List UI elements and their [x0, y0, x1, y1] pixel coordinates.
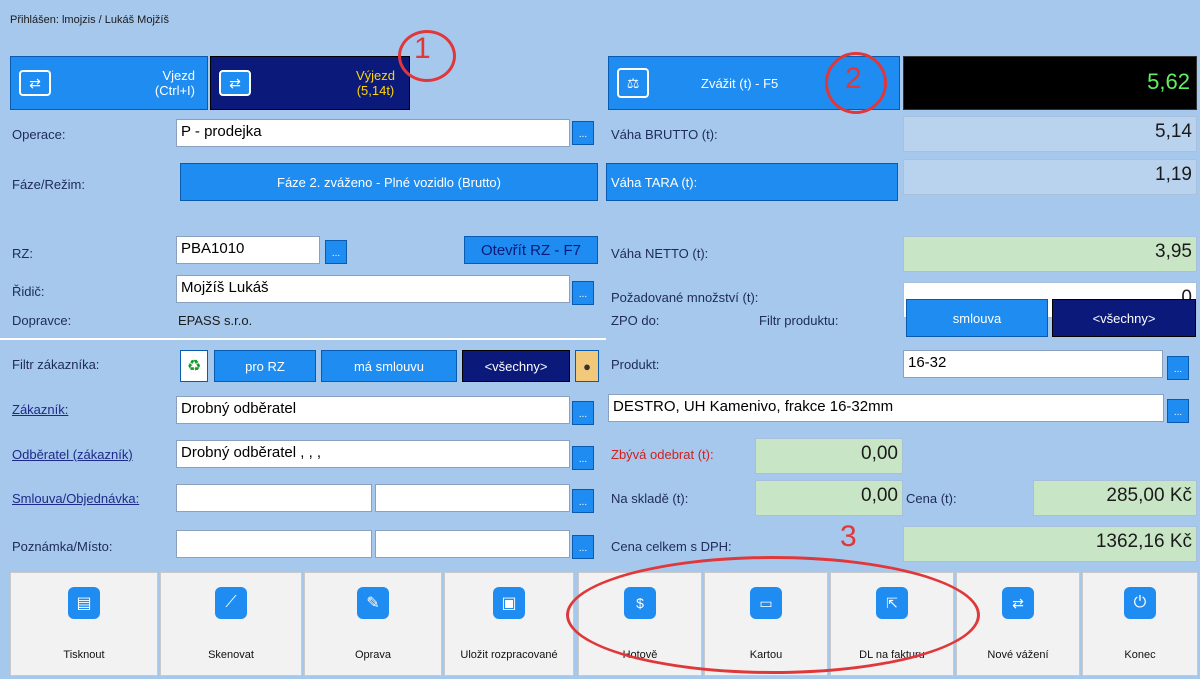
product-filter-vsechny-button[interactable]: <všechny>	[1052, 299, 1196, 337]
annotation-number-3: 3	[840, 520, 857, 553]
produkt-field[interactable]: 16-32	[903, 350, 1163, 378]
odberatel-label[interactable]: Odběratel (zákazník)	[12, 447, 133, 462]
produkt-label: Produkt:	[611, 357, 660, 372]
ridic-lookup-button[interactable]: ...	[572, 281, 594, 305]
divider	[0, 338, 606, 340]
operace-lookup-button[interactable]: ...	[572, 121, 594, 145]
filter-ma-smlouvu-button[interactable]: má smlouvu	[321, 350, 457, 382]
poznamka-field[interactable]	[176, 530, 372, 558]
print-label: Tisknout	[63, 649, 105, 661]
save-draft-label: Uložit rozpracované	[460, 649, 558, 661]
netto-label: Váha NETTO (t):	[611, 246, 709, 261]
annotation-ellipse-3	[566, 556, 980, 674]
filter-pro-rz-button[interactable]: pro RZ	[214, 350, 316, 382]
tara-label-text: Váha TARA (t):	[611, 174, 698, 190]
produkt-desc-lookup-button[interactable]: ...	[1167, 399, 1189, 423]
printer-icon: ▤	[68, 587, 100, 619]
poznamka-label: Poznámka/Místo:	[12, 539, 113, 554]
cena-value: 285,00 Kč	[1033, 480, 1197, 516]
objednavka-field[interactable]	[375, 484, 570, 512]
odberatel-field[interactable]: Drobný odběratel , , ,	[176, 440, 570, 468]
pozadovane-label: Požadované množství (t):	[611, 290, 759, 305]
truck-entry-icon: ⇄	[19, 70, 51, 96]
ridic-field[interactable]: Mojžíš Lukáš	[176, 275, 570, 303]
correction-label: Oprava	[354, 649, 392, 661]
login-status: Přihlášen: lmojzis / Lukáš Mojžíš	[10, 14, 169, 26]
operace-label: Operace:	[12, 127, 66, 142]
smlouva-label[interactable]: Smlouva/Objednávka:	[12, 491, 139, 506]
produkt-description: DESTRO, UH Kamenivo, frakce 16-32mm	[608, 394, 1164, 422]
entry-shortcut: (Ctrl+I)	[154, 83, 195, 98]
open-rz-button[interactable]: Otevřít RZ - F7	[464, 236, 598, 264]
smlouva-lookup-button[interactable]: ...	[572, 489, 594, 513]
annotation-number-2: 2	[845, 62, 862, 95]
odberatel-lookup-button[interactable]: ...	[572, 446, 594, 470]
scale-icon: ⚖	[617, 68, 649, 98]
ridic-label: Řidič:	[12, 284, 45, 299]
netto-value: 3,95	[903, 236, 1197, 272]
truck-exit-icon: ⇄	[219, 70, 251, 96]
rz-field[interactable]: PBA1010	[176, 236, 320, 264]
brutto-value: 5,14	[903, 116, 1197, 152]
tara-value: 1,19	[903, 159, 1197, 195]
exit-label: Výjezd	[355, 68, 395, 83]
skladem-value: 0,00	[755, 480, 903, 516]
power-icon: ⏻	[1124, 587, 1156, 619]
dopravce-value: EPASS s.r.o.	[178, 313, 253, 328]
truck-scale-icon: ⇄	[1002, 587, 1034, 619]
rz-label: RZ:	[12, 246, 33, 261]
correction-button[interactable]: ✎ Oprava	[304, 572, 442, 676]
zakaznik-label[interactable]: Zákazník:	[12, 402, 68, 417]
person-icon: ●	[583, 358, 591, 374]
zbyva-label: Zbývá odebrat (t):	[611, 447, 714, 462]
misto-field[interactable]	[375, 530, 570, 558]
edit-document-icon: ✎	[357, 587, 389, 619]
skladem-label: Na skladě (t):	[611, 491, 689, 506]
faze-button[interactable]: Fáze 2. zváženo - Plné vozidlo (Brutto)	[180, 163, 598, 201]
exit-app-button[interactable]: ⏻ Konec	[1082, 572, 1198, 676]
weight-display-value: 5,62	[1147, 69, 1190, 94]
faze-label: Fáze/Režim:	[12, 177, 85, 192]
person-filter-button[interactable]: ●	[575, 350, 599, 382]
zbyva-value: 0,00	[755, 438, 903, 474]
new-weighing-label: Nové vážení	[987, 649, 1049, 661]
floppy-disk-icon: ▣	[493, 587, 525, 619]
dopravce-label: Dopravce:	[12, 313, 72, 328]
print-button[interactable]: ▤ Tisknout	[10, 572, 158, 676]
exit-weight: (5,14t)	[356, 83, 395, 98]
operace-field[interactable]: P - prodejka	[176, 119, 570, 147]
save-draft-button[interactable]: ▣ Uložit rozpracované	[444, 572, 574, 676]
scan-label: Skenovat	[208, 649, 254, 661]
product-filter-smlouva-button[interactable]: smlouva	[906, 299, 1048, 337]
poznamka-lookup-button[interactable]: ...	[572, 535, 594, 559]
recycle-icon: ♻	[186, 358, 202, 375]
cena-label: Cena (t):	[906, 491, 957, 506]
filtr-produktu-label: Filtr produktu:	[759, 313, 839, 328]
entry-button[interactable]: ⇄ Vjezd (Ctrl+I)	[10, 56, 208, 110]
scanner-icon: ⟋	[215, 587, 247, 619]
recycle-filter-button[interactable]: ♻	[180, 350, 208, 382]
scan-button[interactable]: ⟋ Skenovat	[160, 572, 302, 676]
exit-button[interactable]: ⇄ Výjezd (5,14t)	[210, 56, 410, 110]
cena-celkem-value: 1362,16 Kč	[903, 526, 1197, 562]
exit-app-label: Konec	[1124, 649, 1156, 661]
zakaznik-field[interactable]: Drobný odběratel	[176, 396, 570, 424]
filtr-label: Filtr zákazníka:	[12, 357, 100, 372]
rz-lookup-button[interactable]: ...	[325, 240, 347, 264]
zakaznik-lookup-button[interactable]: ...	[572, 401, 594, 425]
filter-vsechny-button[interactable]: <všechny>	[462, 350, 570, 382]
smlouva-field[interactable]	[176, 484, 372, 512]
entry-label: Vjezd	[162, 68, 195, 83]
weigh-label: Zvážit (t) - F5	[701, 75, 779, 91]
open-rz-label: Otevřít RZ - F7	[480, 241, 581, 259]
brutto-label: Váha BRUTTO (t):	[611, 127, 718, 142]
tara-label[interactable]: Váha TARA (t):	[606, 163, 898, 201]
weight-display: 5,62	[903, 56, 1197, 110]
annotation-number-1: 1	[414, 32, 431, 65]
cena-celkem-label: Cena celkem s DPH:	[611, 539, 732, 554]
zpo-label: ZPO do:	[611, 313, 660, 328]
produkt-lookup-button[interactable]: ...	[1167, 356, 1189, 380]
